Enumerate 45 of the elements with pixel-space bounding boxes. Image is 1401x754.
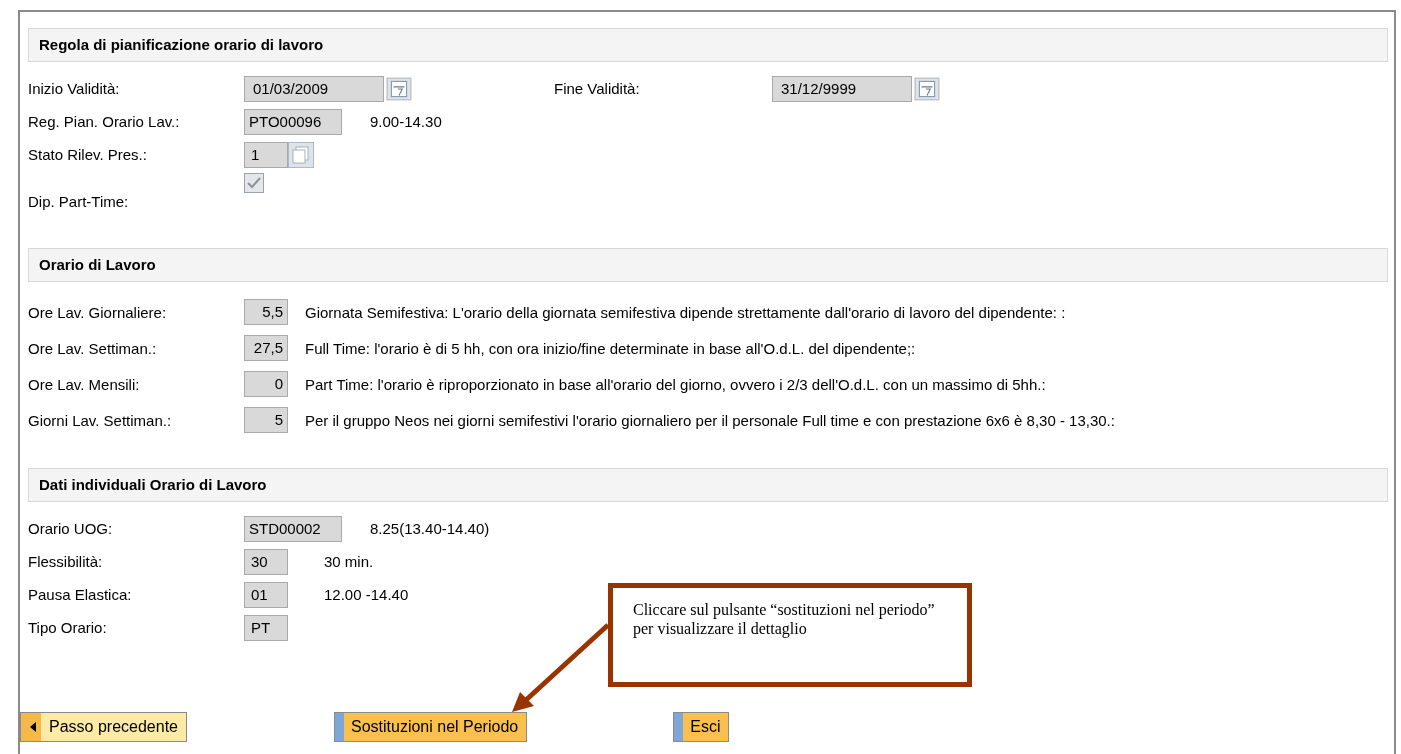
code-field[interactable]: STD00002 xyxy=(244,515,342,542)
field-label: Orario UOG: xyxy=(28,520,114,537)
code-field[interactable]: PT xyxy=(244,614,288,641)
field-description: Giornata Semifestiva: L'orario della giornata semifestiva dipende strettamente dall'orario di lavoro del dipendente: : xyxy=(305,303,1066,321)
field-label: Pausa Elastica: xyxy=(28,586,133,603)
field-label: Dip. Part-Time: xyxy=(28,192,130,210)
section-header: Regola di pianificazione orario di lavoro xyxy=(28,28,1388,62)
code-field[interactable]: 01 xyxy=(244,581,288,608)
field-label: Fine Validità: xyxy=(554,80,641,97)
number-field[interactable]: 27,5 xyxy=(244,335,288,361)
field-label: Flessibilità: xyxy=(28,553,104,570)
field-label: Ore Lav. Settiman.: xyxy=(28,339,158,357)
field-description: Part Time: l'orario è riproporzionato in base all'orario del giorno, ovvero i 2/3 dell'O.d.L. con un massimo di 5hh.: xyxy=(305,375,1046,393)
back-arrow-icon xyxy=(29,721,37,733)
field-description: 8.25(13.40-14.40) xyxy=(370,520,490,537)
date-field[interactable]: 01/03/2009 xyxy=(244,75,384,102)
callout-text: Cliccare sul pulsante “sostituzioni nel periodo” per visualizzare il dettaglio xyxy=(633,600,936,638)
code-field[interactable]: 30 xyxy=(244,548,288,575)
field-label: Tipo Orario: xyxy=(28,619,108,636)
date-field[interactable]: 31/12/9999 xyxy=(772,75,912,102)
section-header: Orario di Lavoro xyxy=(28,248,1388,282)
field-description: 9.00-14.30 xyxy=(370,113,442,130)
field-label: Ore Lav. Giornaliere: xyxy=(28,303,168,321)
field-description: Per il gruppo Neos nei giorni semifestivi l'orario giornaliero per il personale Full time e con prestazione 6x6 è 8,30 - 13,30.: xyxy=(305,411,1115,429)
action-button[interactable]: Passo precedente xyxy=(20,712,187,742)
field-description: 12.00 -14.40 xyxy=(324,586,409,603)
action-button[interactable]: Sostituzioni nel Periodo xyxy=(334,712,528,742)
field-label: Ore Lav. Mensili: xyxy=(28,375,141,393)
field-label: Stato Rilev. Pres.: xyxy=(28,146,148,163)
field-label: Inizio Validità: xyxy=(28,80,121,97)
number-field[interactable]: 0 xyxy=(244,371,288,397)
field-description: 30 min. xyxy=(324,553,374,570)
action-button[interactable]: Esci xyxy=(673,712,730,742)
calendar-icon[interactable] xyxy=(386,76,412,101)
section-header: Dati individuali Orario di Lavoro xyxy=(28,468,1388,502)
field-label: Giorni Lav. Settiman.: xyxy=(28,411,173,429)
number-field[interactable]: 5 xyxy=(244,407,288,433)
calendar-icon[interactable] xyxy=(914,76,940,101)
number-field[interactable]: 5,5 xyxy=(244,299,288,325)
field-description: Full Time: l'orario è di 5 hh, con ora inizio/fine determinate in base all'O.d.L. del dipendente;: xyxy=(305,339,916,357)
code-field[interactable]: PTO00096 xyxy=(244,108,342,135)
field-label: Reg. Pian. Orario Lav.: xyxy=(28,113,181,130)
checkbox[interactable] xyxy=(244,173,264,193)
value-help-icon[interactable] xyxy=(288,141,314,168)
status-field[interactable]: 1 xyxy=(244,141,288,168)
